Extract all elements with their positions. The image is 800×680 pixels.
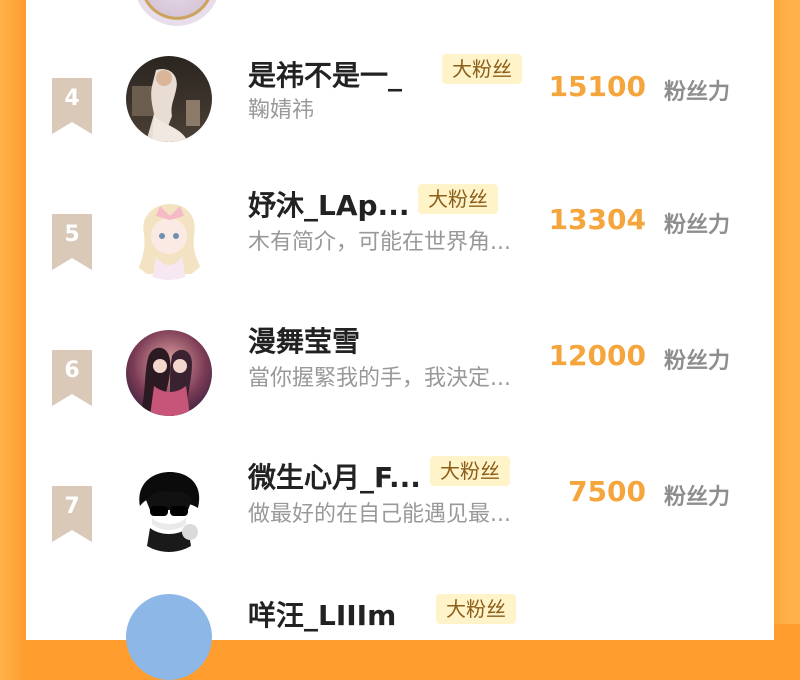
rank-badge: 4 [52,78,92,134]
fan-power-unit: 粉丝力 [663,80,730,105]
fan-power-unit: 粉丝力 [663,485,730,510]
fan-level-badge: 大粉丝 [442,54,522,84]
rank-badge: 7 [52,486,92,542]
anime-girl-avatar-icon [126,194,212,280]
user-description: 鞠婧祎 [248,98,315,123]
fan-power-unit: 粉丝力 [663,349,730,374]
avatar-photo-icon [126,56,212,142]
fan-level-badge: 大粉丝 [436,594,516,624]
user-name[interactable]: 是祎不是一_ [248,54,402,94]
fan-power-score: 12000 [548,339,646,372]
partial-avatar-icon [126,594,212,680]
leaderboard-row[interactable]: 6 漫舞莹雪 當你握緊我的手，我決定... 12000 粉丝力 [26,325,774,456]
avatar[interactable] [126,594,212,680]
avatar[interactable] [134,0,220,26]
sunglasses-character-avatar-icon [126,466,212,552]
leaderboard-row[interactable]: 咩汪_LIIIm 大粉丝 [26,594,774,680]
rank-number: 7 [64,494,80,519]
avatar[interactable] [126,330,212,416]
fan-level-badge: 大粉丝 [418,184,498,214]
couple-artwork-avatar-icon [126,330,212,416]
avatar[interactable] [126,56,212,142]
fan-power-score: 7500 [568,475,646,508]
rank-number: 4 [64,86,80,111]
fan-power-score: 13304 [548,203,646,236]
rank-badge: 6 [52,350,92,406]
leaderboard-row[interactable]: 7 微生心月_F... 大粉丝 做最好的在自己能遇见最... 7500 粉丝力 [26,456,774,592]
user-description: 當你握緊我的手，我決定... [248,366,511,391]
user-name[interactable]: 咩汪_LIIIm [248,594,396,634]
avatar[interactable] [126,194,212,280]
rank-badge: 5 [52,214,92,270]
rank-number: 6 [64,358,80,383]
background-right-edge [774,0,800,624]
user-description: 木有简介，可能在世界角... [248,230,511,255]
user-name[interactable]: 漫舞莹雪 [248,320,360,360]
fan-level-badge: 大粉丝 [430,456,510,486]
rank-number: 5 [64,222,80,247]
fan-power-unit: 粉丝力 [663,213,730,238]
leaderboard-row[interactable]: 4 是祎不是一_ 大粉丝 鞠婧祎 15100 粉丝力 [26,54,774,184]
user-name[interactable]: 妤沐_LAp... [248,184,409,224]
user-description: 做最好的在自己能遇见最... [248,502,511,527]
avatar[interactable] [126,466,212,552]
user-name[interactable]: 微生心月_F... [248,456,421,496]
fan-leaderboard-card: 4 是祎不是一_ 大粉丝 鞠婧祎 15100 粉丝力 5 妤沐_LAp... 大… [26,0,774,680]
leaderboard-row[interactable]: 5 妤沐_LAp... 大粉丝 木有简介，可能在世界角... 13304 粉丝力 [26,184,774,320]
fan-power-score: 15100 [548,70,646,103]
